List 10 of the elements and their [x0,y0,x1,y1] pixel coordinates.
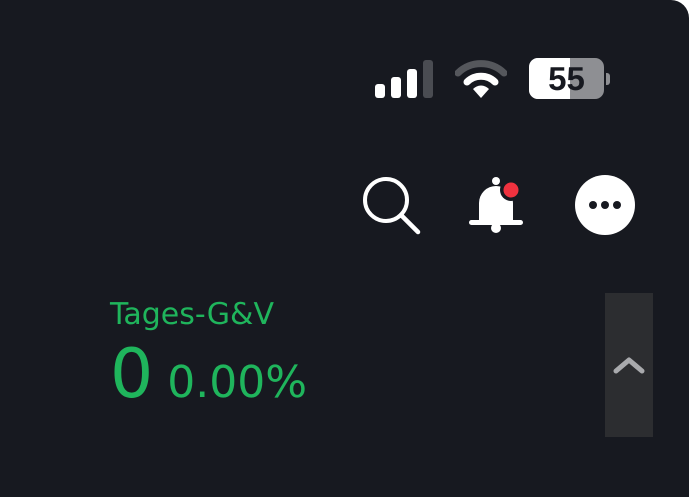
pnl-percentage: 0.00% [167,357,308,408]
chevron-up-icon [613,356,645,374]
wifi-icon [455,60,507,98]
battery-percentage: 55 [548,60,585,98]
more-icon[interactable] [575,175,635,235]
pnl-label: Tages-G&V [110,296,275,334]
scroll-up-button[interactable] [605,293,653,437]
search-icon[interactable] [361,175,421,235]
signal-icon [375,60,433,98]
pnl-value: 0 [110,335,154,415]
